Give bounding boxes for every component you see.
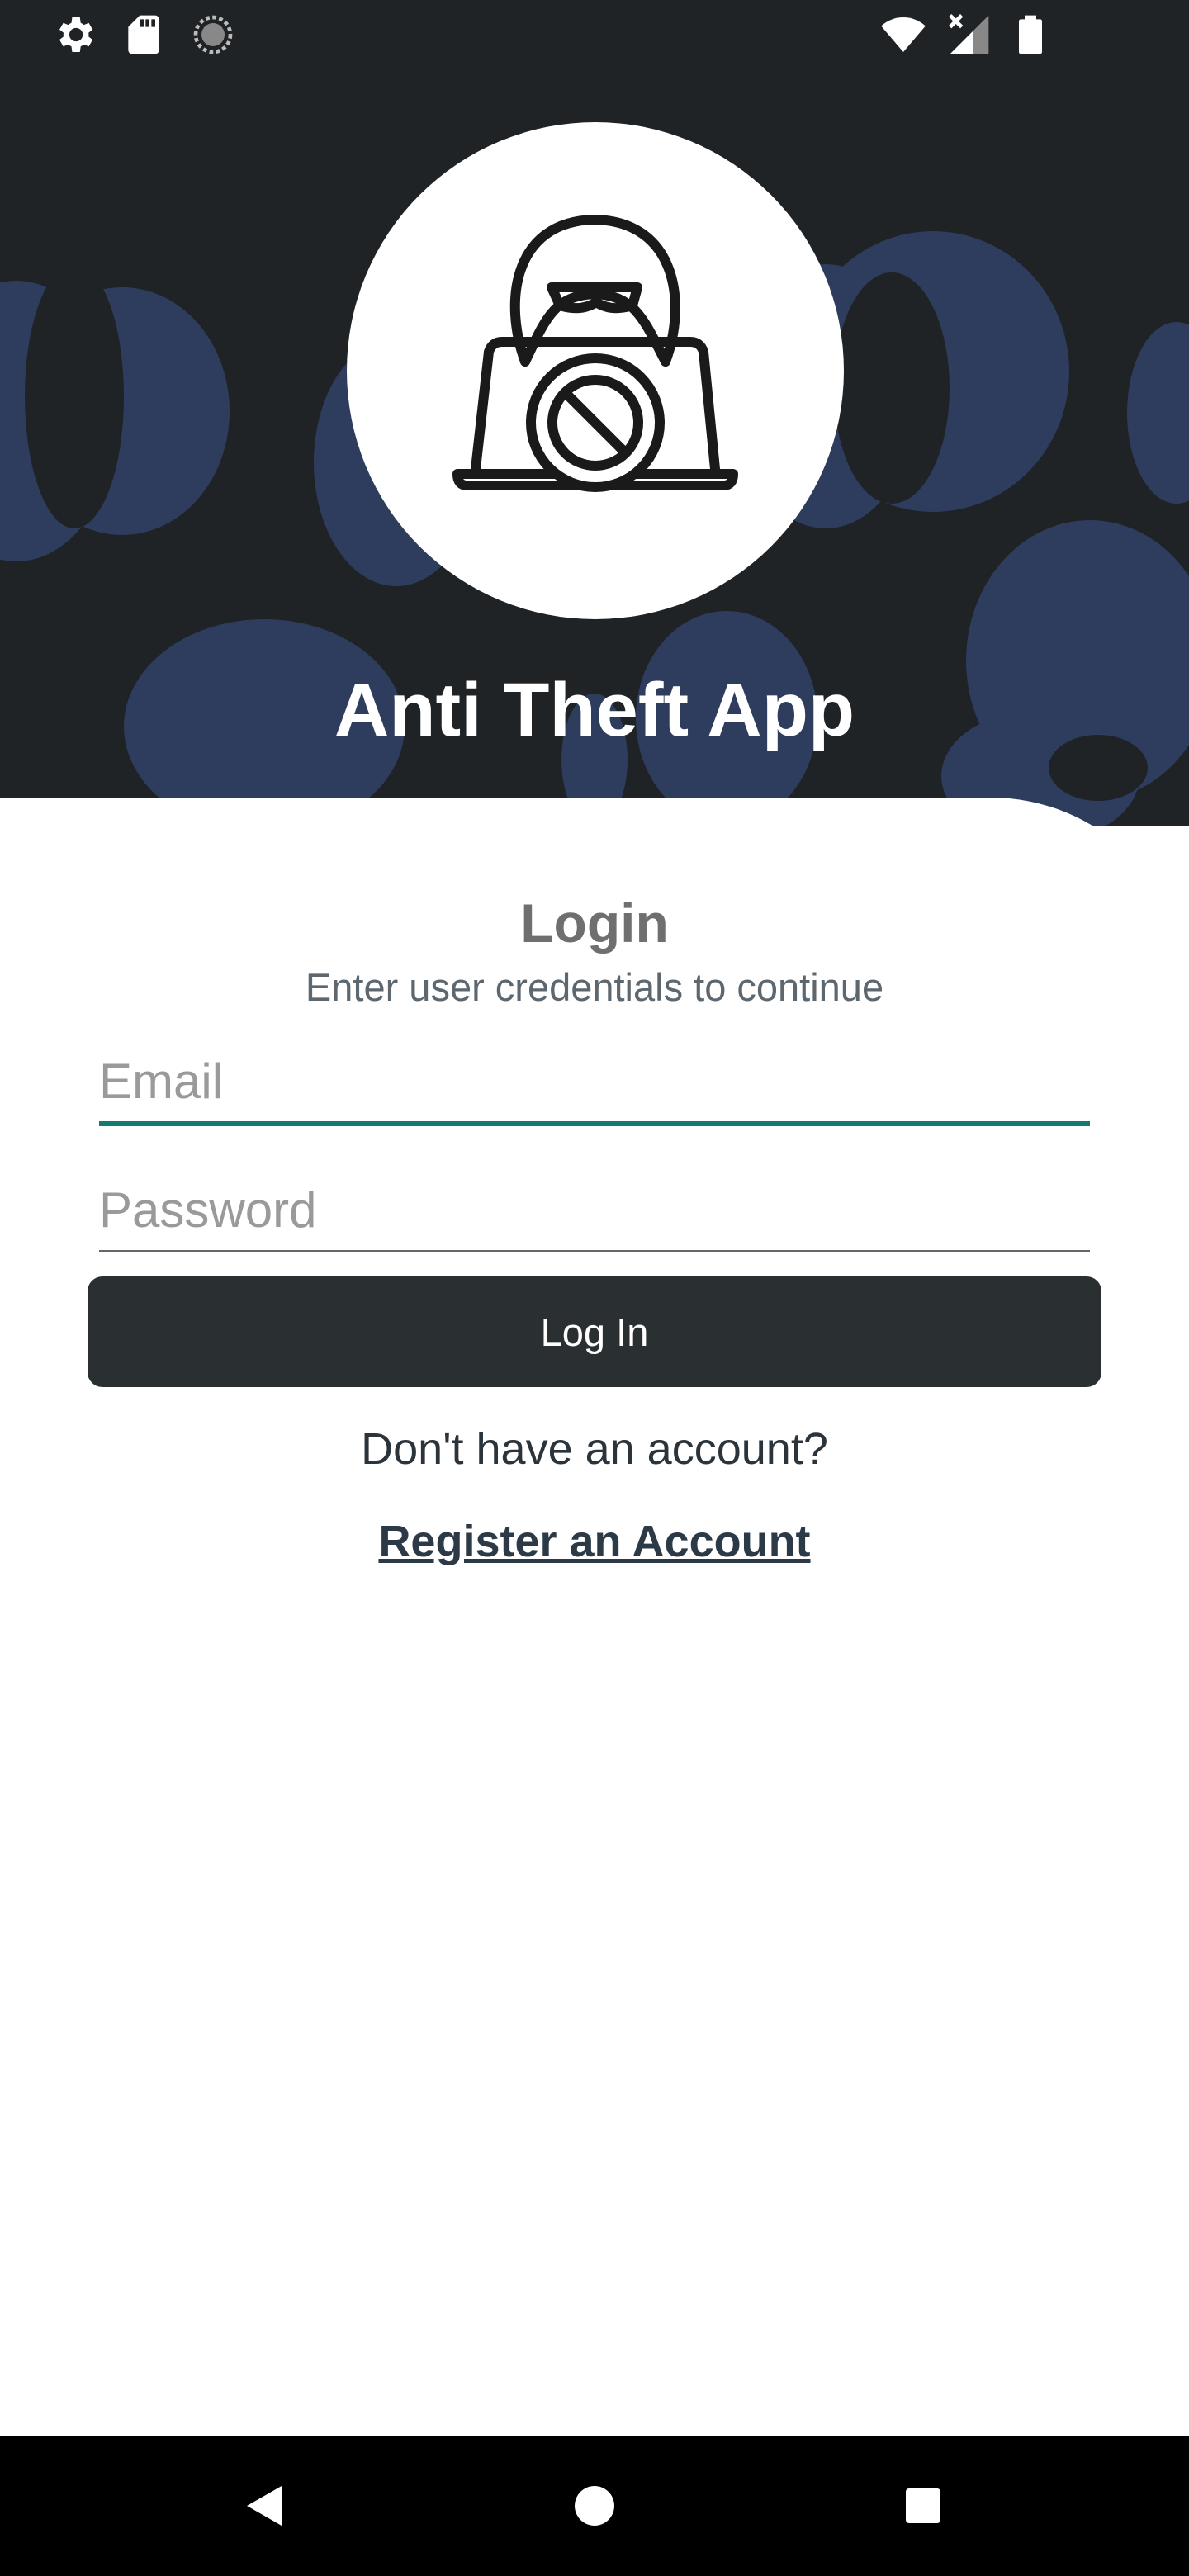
back-icon — [247, 2486, 282, 2526]
recents-button[interactable] — [853, 2436, 993, 2576]
email-field[interactable] — [99, 1044, 1090, 1118]
sd-card-icon — [121, 12, 167, 58]
wifi-icon — [880, 12, 926, 58]
no-account-text: Don't have an account? — [361, 1424, 828, 1474]
login-subtitle: Enter user credentials to continue — [305, 965, 884, 1009]
recents-icon — [906, 2488, 940, 2523]
app-logo — [347, 122, 844, 619]
header-banner: Anti Theft App — [0, 0, 1189, 826]
password-field[interactable] — [99, 1172, 1090, 1247]
password-underline — [99, 1250, 1090, 1252]
hacker-blocked-icon — [452, 215, 738, 492]
email-underline — [99, 1121, 1090, 1126]
sync-icon — [190, 12, 236, 58]
login-title: Login — [520, 893, 669, 954]
register-link[interactable]: Register an Account — [0, 1513, 1189, 1570]
login-button-label: Log In — [540, 1309, 649, 1354]
status-bar — [0, 0, 1189, 69]
app-title: Anti Theft App — [334, 668, 855, 752]
navigation-bar — [0, 2436, 1189, 2576]
signal-no-data-icon — [946, 12, 992, 58]
login-button[interactable]: Log In — [88, 1276, 1101, 1387]
home-button[interactable] — [524, 2436, 665, 2576]
battery-icon — [1007, 12, 1054, 58]
back-button[interactable] — [194, 2436, 334, 2576]
home-icon — [575, 2486, 614, 2526]
settings-icon — [51, 12, 97, 58]
